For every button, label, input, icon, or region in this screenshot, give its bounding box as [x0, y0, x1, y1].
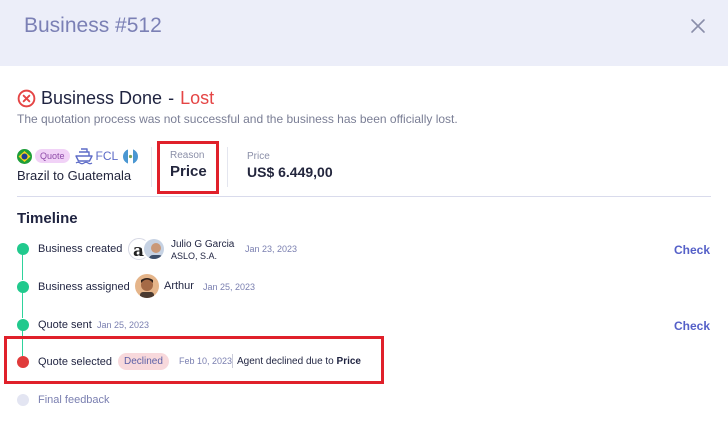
divider [227, 147, 228, 187]
declined-highlight-frame [4, 336, 384, 384]
transport-mode: FCL [95, 149, 119, 163]
event-business-created: Business created [38, 243, 123, 255]
check-link[interactable]: Check [674, 243, 710, 257]
timeline-dot-done [17, 281, 29, 293]
modal-title: Business #512 [24, 14, 162, 37]
event-date: Jan 23, 2023 [245, 244, 298, 254]
event-date: Jan 25, 2023 [203, 282, 256, 292]
reason-value: Price [170, 163, 207, 180]
avatar [135, 274, 159, 298]
status-separator: - [168, 88, 175, 108]
route-text: Brazil to Guatemala [17, 168, 132, 183]
status-description: The quotation process was not successful… [17, 112, 458, 126]
route-info: Quote FCL Brazil to Guatemala [17, 146, 139, 183]
event-date: Jan 25, 2023 [97, 320, 150, 330]
avatar [142, 237, 166, 261]
close-button[interactable] [686, 14, 710, 38]
creator-name: Julio G Garcia [171, 239, 235, 250]
guatemala-flag-icon [123, 148, 139, 164]
business-status: Business Done - Lost [17, 88, 214, 109]
brazil-flag-icon [17, 148, 32, 164]
price-label: Price [247, 151, 270, 162]
event-final-feedback: Final feedback [38, 394, 110, 406]
timeline-title: Timeline [17, 210, 78, 227]
timeline-dot-done [17, 243, 29, 255]
timeline-connector [22, 292, 23, 318]
close-icon [691, 19, 705, 33]
timeline-dot-pending [17, 394, 29, 406]
status-result: Lost [180, 88, 215, 108]
event-business-assigned: Business assigned [38, 281, 130, 293]
timeline-dot-done [17, 319, 29, 331]
price-value: US$ 6.449,00 [247, 164, 333, 180]
assignee-name: Arthur [164, 280, 194, 292]
timeline-connector [22, 254, 23, 280]
creator-company: ASLO, S.A. [171, 251, 218, 261]
check-link[interactable]: Check [674, 319, 710, 333]
event-quote-sent: Quote sent [38, 319, 92, 331]
quote-badge: Quote [35, 149, 70, 163]
modal-header: Business #512 [0, 0, 728, 66]
section-divider [17, 196, 711, 197]
divider [151, 147, 152, 187]
ship-icon [74, 148, 93, 165]
x-circle-icon [17, 89, 36, 108]
status-text: Business Done [41, 88, 163, 108]
reason-label: Reason [170, 150, 205, 161]
